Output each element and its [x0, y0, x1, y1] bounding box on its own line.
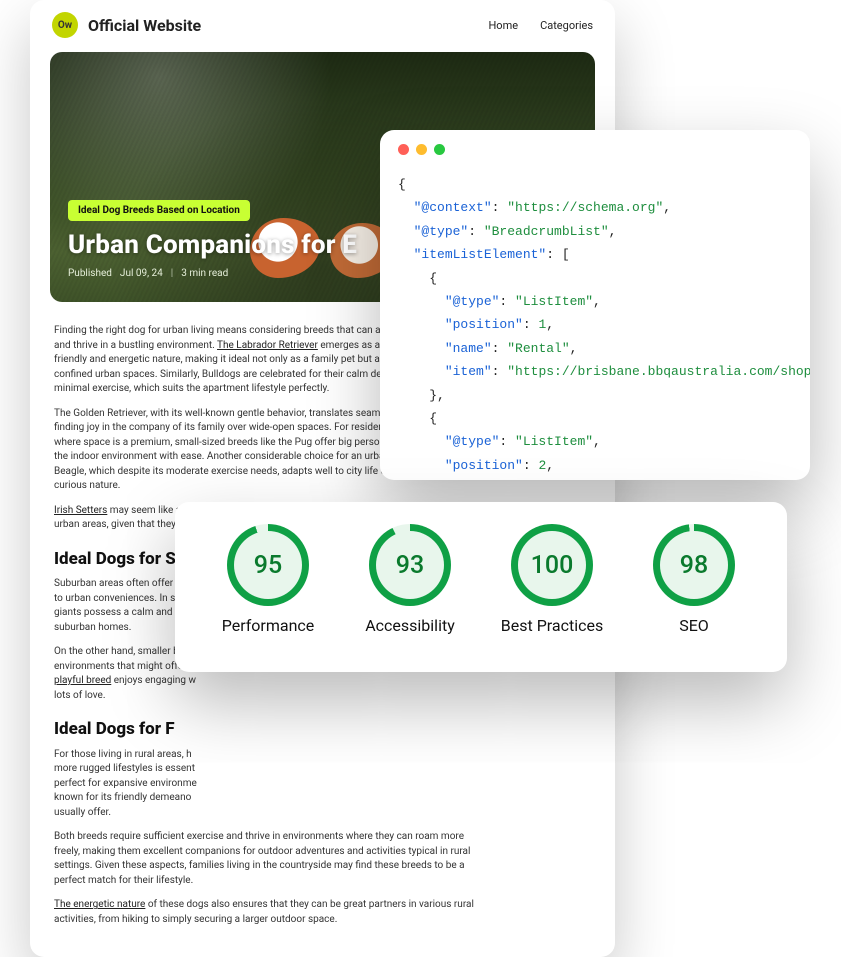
section-heading-rural: Ideal Dogs for F: [54, 717, 591, 742]
score-ring: 98: [653, 524, 735, 606]
meta-separator: |: [171, 268, 173, 279]
text: known for its friendly demeano: [54, 792, 191, 803]
score-label: Performance: [222, 616, 315, 636]
text: where space is a premium, small-sized br…: [54, 437, 403, 448]
json-key: "itemListElement": [414, 247, 547, 262]
article-paragraph: Both breeds require sufficient exercise …: [54, 830, 591, 888]
json-string: "https://schema.org": [507, 200, 663, 215]
score-label: Best Practices: [501, 616, 603, 636]
article-paragraph: The energetic nature of these dogs also …: [54, 898, 591, 927]
article-paragraph: For those living in rural areas, h more …: [54, 748, 591, 821]
text: environments that might offer l: [54, 661, 191, 672]
text: more rugged lifestyles is essent: [54, 763, 195, 774]
json-string: "Rental": [507, 341, 569, 356]
text: and thrive in a bustling environment.: [54, 340, 217, 351]
text: usually offer.: [54, 807, 111, 818]
json-key: "@type": [445, 294, 500, 309]
nav-categories[interactable]: Categories: [540, 19, 593, 32]
text: settings. Given these aspects, families …: [54, 860, 465, 871]
minimize-icon[interactable]: [416, 144, 427, 155]
text: finding joy in the company of its family…: [54, 422, 404, 433]
text: to urban conveniences. In such: [54, 593, 192, 604]
nav-home[interactable]: Home: [488, 19, 518, 32]
link-playful-breed[interactable]: playful breed: [54, 675, 111, 686]
hero-read-time: 3 min read: [181, 268, 228, 279]
text: perfect match for their lifestyle.: [54, 875, 193, 886]
text: of these dogs also ensures that they can…: [145, 899, 474, 910]
code-block: { "@context": "https://schema.org", "@ty…: [398, 173, 792, 480]
json-key: "position": [445, 458, 523, 473]
score-ring: 100: [511, 524, 593, 606]
json-key: "name": [445, 341, 492, 356]
text: The Golden Retriever, with its well-know…: [54, 408, 398, 419]
text: friendly and energetic nature, making it…: [54, 354, 401, 365]
window-controls: [398, 144, 792, 155]
json-string: "ListItem": [515, 434, 593, 449]
json-string: "BreadcrumbList": [484, 224, 609, 239]
text: suburban homes.: [54, 622, 131, 633]
text: freely, making them excellent companions…: [54, 846, 470, 857]
score-best-practices: 100 Best Practices: [482, 524, 622, 636]
score-seo: 98 SEO: [624, 524, 764, 636]
lighthouse-scores-card: 95 Performance 93 Accessibility 100 Best…: [175, 502, 787, 672]
json-key: "@type": [414, 224, 469, 239]
score-value: 100: [531, 551, 574, 580]
text: perfect for expansive environme: [54, 778, 197, 789]
maximize-icon[interactable]: [434, 144, 445, 155]
code-card: { "@context": "https://schema.org", "@ty…: [380, 130, 810, 480]
json-key: "item": [445, 364, 492, 379]
hero-published-date: Jul 09, 24: [120, 268, 163, 279]
score-performance: 95 Performance: [198, 524, 338, 636]
json-key: "@type": [445, 434, 500, 449]
text: urban areas, given that they rec: [54, 519, 192, 530]
hero-category-pill[interactable]: Ideal Dog Breeds Based on Location: [68, 200, 250, 221]
text: confined urban spaces. Similarly, Bulldo…: [54, 369, 401, 380]
text: On the other hand, smaller bree: [54, 646, 193, 657]
nav-links: Home Categories: [488, 19, 593, 32]
site-logo: Ow: [52, 12, 78, 38]
link-labrador[interactable]: The Labrador Retriever: [217, 340, 318, 351]
hero-title: Urban Companions for E: [68, 230, 357, 260]
score-value: 93: [396, 551, 424, 580]
score-value: 98: [680, 551, 708, 580]
link-energetic-nature[interactable]: The energetic nature: [54, 899, 145, 910]
site-title: Official Website: [88, 16, 201, 35]
score-accessibility: 93 Accessibility: [340, 524, 480, 636]
score-value: 95: [254, 551, 282, 580]
score-label: SEO: [679, 616, 709, 636]
text: Finding the right dog for urban living m…: [54, 325, 397, 336]
score-label: Accessibility: [365, 616, 455, 636]
text: enjoys engaging w: [111, 675, 196, 686]
text: activities, from hiking to simply securi…: [54, 914, 337, 925]
text: lots of love.: [54, 690, 106, 701]
text: the indoor environment with ease. Anothe…: [54, 451, 403, 462]
link-irish-setters[interactable]: Irish Setters: [54, 505, 107, 516]
json-string: "ListItem": [515, 294, 593, 309]
hero-published-prefix: Published: [68, 268, 112, 279]
text: For those living in rural areas, h: [54, 749, 192, 760]
json-key: "@context": [414, 200, 492, 215]
site-header: Ow Official Website Home Categories: [30, 0, 615, 48]
text: curious nature.: [54, 480, 120, 491]
text: minimal exercise, which suits the apartm…: [54, 383, 329, 394]
hero-meta: Published Jul 09, 24 | 3 min read: [68, 268, 228, 279]
json-key: "position": [445, 317, 523, 332]
close-icon[interactable]: [398, 144, 409, 155]
text: Beagle, which despite its moderate exerc…: [54, 466, 403, 477]
score-ring: 95: [227, 524, 309, 606]
json-string: "https://brisbane.bbqaustralia.com/shop": [507, 364, 810, 379]
text: Suburban areas often offer the l: [54, 578, 195, 589]
score-ring: 93: [369, 524, 451, 606]
